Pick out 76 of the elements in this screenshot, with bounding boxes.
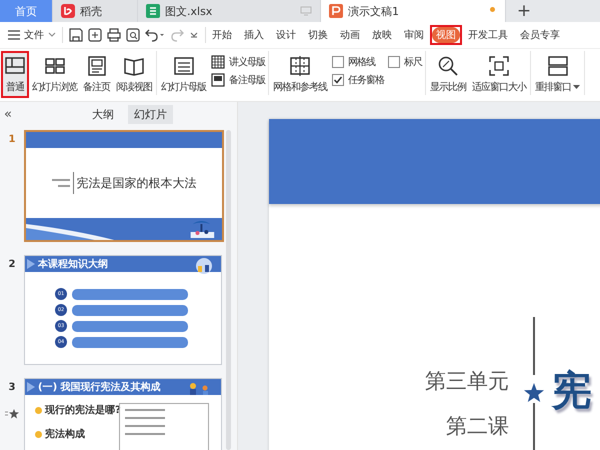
presentation-icon	[329, 4, 343, 18]
document-tab[interactable]: 稻壳	[53, 0, 138, 22]
ribbon-tab[interactable]: 插入	[238, 25, 270, 45]
ribbon-button[interactable]: 普通	[1, 51, 29, 98]
tab-label: 首页	[15, 4, 37, 18]
collapse-button[interactable]: «	[0, 106, 24, 122]
layout-icon	[4, 55, 26, 77]
bullet-dot	[35, 430, 42, 438]
subtitle-text: 第二课	[446, 413, 509, 440]
slide-number: 1	[8, 134, 16, 145]
ribbon-button[interactable]: 阅读视图	[113, 51, 155, 98]
ribbon-tab[interactable]: 审阅	[398, 25, 430, 45]
docer-logo-icon	[61, 4, 75, 18]
ribbon-button[interactable]: 网格和参考线	[270, 51, 330, 98]
ribbon-button[interactable]: 适应窗口大小	[469, 51, 529, 98]
ribbon-button[interactable]: 备注页	[80, 51, 113, 98]
slide-title: 宪法是国家的根本大法	[76, 174, 196, 192]
ribbon-tab[interactable]: 开发工具	[462, 25, 514, 45]
ribbon-button[interactable]: 讲义母版	[211, 55, 265, 69]
ribbon-tab[interactable]: 设计	[270, 25, 302, 45]
notes-page-icon	[86, 55, 108, 77]
tab-label: 图文.xlsx	[165, 4, 212, 18]
subtitle-text: 第三单元	[425, 368, 509, 395]
print-preview-icon[interactable]	[126, 28, 140, 42]
zoom-icon	[437, 55, 459, 77]
checkbox[interactable]	[332, 56, 344, 68]
ribbon-button[interactable]: 幻灯片浏览	[29, 51, 80, 98]
slide-title: 宪	[552, 367, 592, 416]
panel-tab[interactable]: 大纲	[86, 104, 120, 124]
slide-number: 3	[8, 382, 16, 393]
checkbox[interactable]	[388, 56, 400, 68]
ribbon-tab[interactable]: 开始	[206, 25, 238, 45]
undo-icon[interactable]	[145, 28, 165, 42]
menu-icon	[8, 30, 20, 40]
star-icon	[5, 409, 19, 419]
document-tab[interactable]: 图文.xlsx	[138, 0, 321, 22]
fit-window-icon	[488, 55, 510, 77]
ribbon-tab[interactable]: 放映	[366, 25, 398, 45]
slide-title: 本课程知识大纲	[38, 258, 108, 271]
tab-label: 演示文稿1	[348, 4, 399, 18]
arrow-icon	[27, 382, 35, 392]
new-tab-button[interactable]: +	[506, 0, 542, 22]
slide-thumbnail[interactable]: 宪法是国家的根本大法	[24, 130, 224, 242]
print-icon[interactable]	[107, 28, 121, 42]
export-icon[interactable]	[88, 28, 102, 42]
master-slide-icon	[172, 55, 194, 77]
ribbon-button[interactable]: 备注母版	[211, 73, 265, 87]
slide-number: 2	[8, 259, 16, 270]
bullet-text: 宪法构成	[45, 427, 85, 441]
panel-tab[interactable]: 幻灯片	[128, 104, 173, 124]
book-icon	[123, 55, 145, 77]
save-icon[interactable]	[69, 28, 83, 42]
windows-icon	[546, 55, 568, 77]
ribbon-button[interactable]: 幻灯片母版	[158, 51, 209, 98]
caret-icon	[48, 32, 56, 38]
grid-lines-icon	[289, 55, 311, 77]
ribbon-tab[interactable]: 切换	[302, 25, 334, 45]
ribbon-tab[interactable]: 动画	[334, 25, 366, 45]
tab-label: 稻壳	[80, 4, 102, 18]
spreadsheet-icon	[146, 4, 160, 18]
bullet-dot	[35, 406, 42, 414]
ribbon-tab[interactable]: 会员专享	[514, 25, 566, 45]
checkbox[interactable]	[332, 74, 344, 86]
notes-master-icon	[211, 73, 225, 87]
people-drawing	[193, 258, 215, 274]
arrow-icon	[27, 259, 35, 269]
checkbox-label: 网格线	[348, 56, 375, 69]
checkbox-label: 任务窗格	[348, 74, 384, 87]
ribbon-button[interactable]: 显示比例	[427, 51, 469, 98]
checkbox-label: 标尺	[404, 56, 422, 69]
handout-icon	[211, 55, 225, 69]
star-icon	[523, 382, 545, 404]
slide-title: (一) 我国现行宪法及其构成	[38, 380, 161, 394]
ribbon-button[interactable]: 重排窗口	[532, 51, 583, 98]
document-tab[interactable]: 演示文稿1	[321, 0, 506, 22]
file-menu[interactable]: 文件	[0, 27, 63, 43]
